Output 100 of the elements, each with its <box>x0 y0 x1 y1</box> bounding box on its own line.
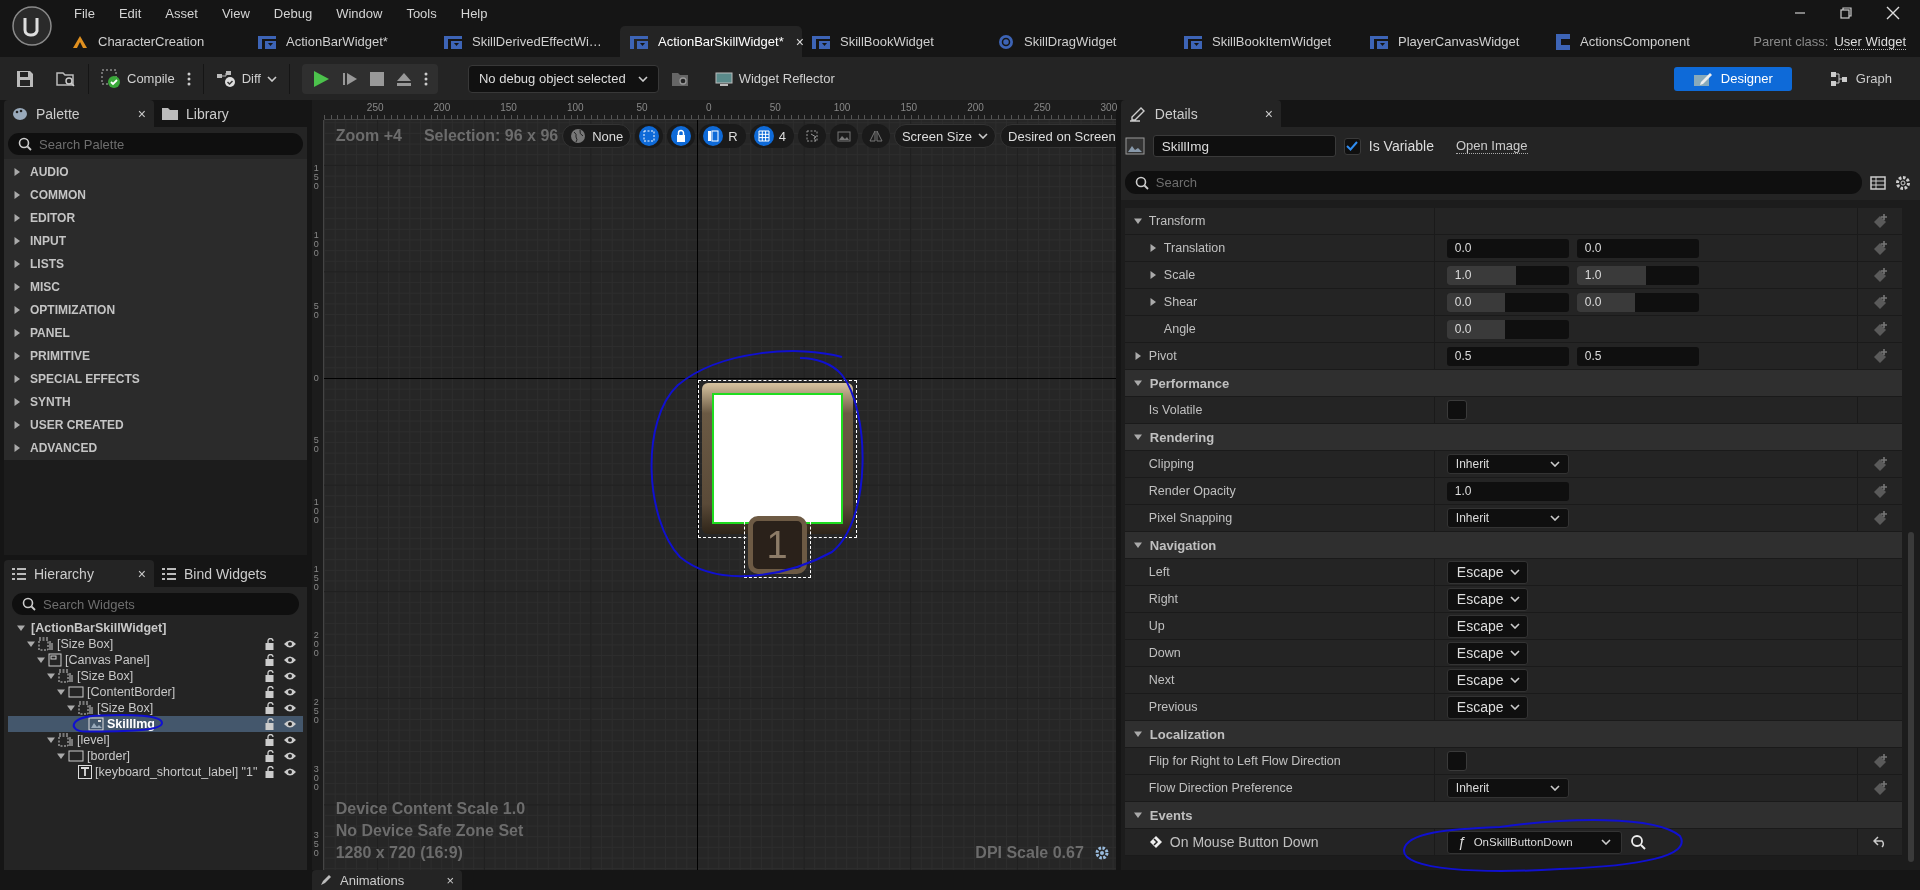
save-icon[interactable] <box>16 69 34 88</box>
tree-item[interactable]: [Size Box] <box>8 700 303 716</box>
number-field[interactable]: 0.5 <box>1576 346 1699 366</box>
step-icon[interactable] <box>341 70 358 87</box>
outline-toggle[interactable] <box>635 124 664 148</box>
collapsed-arrow-icon[interactable] <box>13 397 21 406</box>
grid-toggle[interactable]: 4 <box>749 124 794 148</box>
collapsed-arrow-icon[interactable] <box>1148 244 1157 252</box>
tree-item[interactable]: [border] <box>8 748 303 764</box>
diff-button[interactable]: Diff <box>215 69 277 88</box>
checkbox[interactable] <box>1446 751 1467 771</box>
settings-icon[interactable] <box>1093 845 1110 861</box>
palette-category[interactable]: INPUT <box>4 229 307 252</box>
debug-object-dropdown[interactable]: No debug object selected <box>467 64 659 93</box>
document-tab[interactable]: CharacterCreation <box>62 26 248 57</box>
mode-tab[interactable]: Graph <box>1811 66 1910 91</box>
expanded-arrow-icon[interactable] <box>17 624 25 632</box>
expanded-arrow-icon[interactable] <box>1133 379 1142 387</box>
number-field[interactable]: 0.0 <box>1446 319 1569 339</box>
category-header[interactable]: Rendering <box>1124 424 1902 451</box>
expanded-arrow-icon[interactable] <box>67 704 75 712</box>
palette-category[interactable]: COMMON <box>4 183 307 206</box>
menu-item[interactable]: Asset <box>153 3 210 23</box>
expanded-arrow-icon[interactable] <box>1133 217 1142 225</box>
expanded-arrow-icon[interactable] <box>1133 541 1142 549</box>
search-icon[interactable] <box>1629 834 1646 850</box>
reset-to-default-icon[interactable] <box>1872 267 1888 283</box>
select-toggle[interactable] <box>797 124 826 148</box>
number-field[interactable]: 0.0 <box>1576 292 1699 312</box>
more-icon[interactable] <box>186 71 191 86</box>
reset-to-default-icon[interactable] <box>1872 240 1888 256</box>
palette-category[interactable]: SYNTH <box>4 390 307 413</box>
collapsed-arrow-icon[interactable] <box>13 236 21 245</box>
document-tab[interactable]: SkillDerivedEffectWi… <box>434 26 620 57</box>
document-tab[interactable]: SkillBookWidget <box>802 26 988 57</box>
dropdown[interactable]: Escape <box>1446 695 1528 719</box>
eye-icon[interactable] <box>282 639 297 649</box>
search-input[interactable]: Search <box>1155 175 1852 190</box>
compile-button[interactable]: Compile <box>101 68 175 89</box>
number-field[interactable]: 0.0 <box>1576 238 1699 258</box>
menu-item[interactable]: View <box>209 3 262 23</box>
widget-reflector-button[interactable]: Widget Reflector <box>714 70 835 87</box>
number-field[interactable]: 1.0 <box>1446 481 1569 501</box>
panel-tab[interactable]: Details × <box>1120 100 1281 127</box>
search-field[interactable]: Search Palette <box>8 133 303 155</box>
collapsed-arrow-icon[interactable] <box>13 213 21 222</box>
dropdown[interactable]: Escape <box>1446 560 1528 584</box>
eye-icon[interactable] <box>282 735 297 745</box>
dropdown[interactable]: Escape <box>1446 668 1528 692</box>
culture-dropdown[interactable]: None <box>562 124 632 148</box>
category-header[interactable]: Navigation <box>1124 532 1902 559</box>
folder-search-icon[interactable] <box>670 70 689 87</box>
tree-item[interactable]: SkillImg <box>8 716 303 732</box>
table-view-icon[interactable] <box>1870 175 1886 190</box>
restore-icon[interactable] <box>1840 7 1852 19</box>
eye-icon[interactable] <box>282 767 297 777</box>
number-field[interactable]: 0.0 <box>1446 292 1569 312</box>
tree-item[interactable]: [Size Box] <box>8 668 303 684</box>
lock-open-icon[interactable] <box>264 686 276 698</box>
lock-open-icon[interactable] <box>264 702 276 714</box>
tree-item[interactable]: [ActionBarSkillWidget] <box>8 620 303 636</box>
reset-to-default-icon[interactable] <box>1872 294 1888 310</box>
undo-icon[interactable] <box>1873 836 1887 848</box>
reset-to-default-icon[interactable] <box>1872 348 1888 364</box>
palette-category[interactable]: AUDIO <box>4 160 307 183</box>
dropdown[interactable]: Inherit <box>1446 454 1569 474</box>
search-field[interactable]: Search <box>1124 171 1862 194</box>
panel-tab[interactable]: Bind Widgets <box>154 560 304 587</box>
menu-item[interactable]: Debug <box>261 3 325 23</box>
document-tab[interactable]: PlayerCanvasWidget <box>1360 26 1546 57</box>
reset-to-default-icon[interactable] <box>1872 753 1888 769</box>
panel-tab[interactable]: Animations × <box>312 870 462 890</box>
eye-icon[interactable] <box>282 719 297 729</box>
palette-category[interactable]: MISC <box>4 275 307 298</box>
parent-class-link[interactable]: User Widget <box>1834 33 1906 50</box>
lock-open-icon[interactable] <box>264 638 276 650</box>
eye-icon[interactable] <box>282 687 297 697</box>
checkbox[interactable] <box>1343 137 1361 155</box>
panel-tab[interactable]: Library <box>154 100 304 127</box>
collapsed-arrow-icon[interactable] <box>13 351 21 360</box>
tree-item[interactable]: [level] <box>8 732 303 748</box>
close-tab-button[interactable]: × <box>1264 105 1273 122</box>
reset-to-default-icon[interactable] <box>1872 483 1888 499</box>
reset-to-default-icon[interactable] <box>1872 780 1888 796</box>
lock-open-icon[interactable] <box>264 654 276 666</box>
category-header[interactable]: Performance <box>1124 370 1902 397</box>
expanded-arrow-icon[interactable] <box>1133 730 1142 738</box>
number-field[interactable]: 0.0 <box>1446 238 1569 258</box>
document-tab[interactable]: ActionsComponent <box>1546 26 1732 57</box>
search-input[interactable]: Search Widgets <box>43 596 289 612</box>
expanded-arrow-icon[interactable] <box>47 736 55 744</box>
expanded-arrow-icon[interactable] <box>1133 811 1142 819</box>
tree-item[interactable]: [Size Box] <box>8 636 303 652</box>
category-header[interactable]: Localization <box>1124 721 1902 748</box>
menu-item[interactable]: Help <box>448 3 500 23</box>
close-tab-button[interactable]: × <box>137 105 146 122</box>
browse-folder-icon[interactable] <box>56 69 76 88</box>
mirror-toggle[interactable] <box>861 124 890 148</box>
checkbox[interactable] <box>1446 400 1467 420</box>
expanded-arrow-icon[interactable] <box>1133 433 1142 441</box>
